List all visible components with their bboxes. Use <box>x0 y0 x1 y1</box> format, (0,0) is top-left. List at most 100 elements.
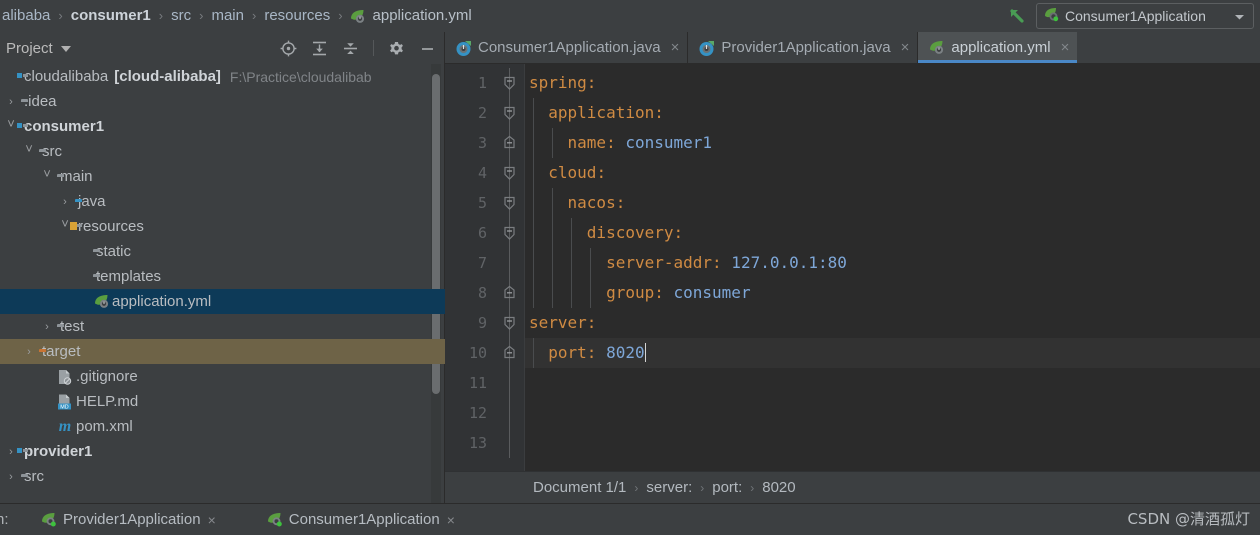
status-breadcrumb-item[interactable]: port: <box>712 479 742 496</box>
chevron-right-icon[interactable]: › <box>22 346 36 358</box>
fold-row <box>497 338 523 368</box>
editor-tab-consumer1application-java[interactable]: Consumer1Application.java × <box>445 32 687 63</box>
project-tool-window: Project cloudalibaba [cloud-alibaba] F:\… <box>0 32 445 503</box>
run-panel-label: n: <box>0 511 9 528</box>
breadcrumb-item-consumer1[interactable]: consumer1 <box>69 0 153 32</box>
code-line-8[interactable]: group: consumer <box>525 278 1260 308</box>
collapse-all-icon[interactable] <box>342 40 359 57</box>
code-line-5[interactable]: nacos: <box>525 188 1260 218</box>
close-icon[interactable]: × <box>447 512 455 528</box>
settings-gear-icon[interactable] <box>388 40 405 57</box>
yaml-colon: : <box>673 223 684 242</box>
code-line-12[interactable] <box>525 398 1260 428</box>
code-folding-column[interactable] <box>497 68 523 458</box>
close-icon[interactable]: × <box>671 39 680 56</box>
chevron-down-icon[interactable] <box>1234 8 1245 24</box>
tree-item-module-name: [cloud-alibaba] <box>114 68 221 85</box>
breadcrumb-item-resources[interactable]: resources <box>262 0 332 32</box>
code-content[interactable]: spring: application: name: consumer1 clo… <box>525 64 1260 503</box>
chevron-right-icon[interactable]: › <box>40 321 54 333</box>
fold-row <box>497 98 523 128</box>
yaml-value: consumer <box>663 283 751 302</box>
project-tree[interactable]: cloudalibaba [cloud-alibaba] F:\Practice\c… <box>0 64 445 503</box>
fold-toggle-icon[interactable] <box>502 75 517 91</box>
tree-item-pom-xml[interactable]: m pom.xml <box>0 414 445 439</box>
code-line-9[interactable]: server: <box>525 308 1260 338</box>
close-icon[interactable]: × <box>208 512 216 528</box>
fold-toggle-icon[interactable] <box>502 315 517 331</box>
tree-item-consumer1[interactable]: ˅ consumer1 <box>0 114 445 139</box>
code-line-7[interactable]: server-addr: 127.0.0.1:80 <box>525 248 1260 278</box>
breadcrumb-item-src[interactable]: src <box>169 0 193 32</box>
breadcrumb-label: resources <box>264 7 331 24</box>
fold-region-line <box>509 398 510 428</box>
chevron-down-icon[interactable]: ˅ <box>22 141 36 156</box>
fold-toggle-icon[interactable] <box>502 135 517 151</box>
run-tab-provider1application[interactable]: Provider1Application × <box>30 504 226 535</box>
chevron-right-icon[interactable]: › <box>4 96 18 108</box>
editor-gutter[interactable]: 1 2 3 4 5 6 7 8 9 10 11 12 13 <box>445 64 525 503</box>
code-line-10[interactable]: port: 8020 <box>525 338 1260 368</box>
code-line-2[interactable]: application: <box>525 98 1260 128</box>
tree-item-application-yml[interactable]: application.yml <box>0 289 445 314</box>
line-number: 11 <box>468 374 487 392</box>
chevron-down-icon[interactable]: ˅ <box>40 166 54 181</box>
chevron-right-icon[interactable]: › <box>58 196 72 208</box>
tree-item-label: .idea <box>24 93 57 110</box>
code-editor[interactable]: 1 2 3 4 5 6 7 8 9 10 11 12 13 spring: application: n… <box>445 64 1260 503</box>
tree-item-help-md[interactable]: MD HELP.md <box>0 389 445 414</box>
tree-item-src[interactable]: ˅ src <box>0 139 445 164</box>
fold-row <box>497 308 523 338</box>
breadcrumb-item-main[interactable]: main <box>209 0 246 32</box>
fold-toggle-icon[interactable] <box>502 225 517 241</box>
tree-item-provider1[interactable]: › provider1 <box>0 439 445 464</box>
yaml-key: server <box>529 313 587 332</box>
tree-item-templates[interactable]: templates <box>0 264 445 289</box>
run-configuration-selector[interactable]: Consumer1Application <box>1036 3 1254 29</box>
code-line-1[interactable]: spring: <box>525 68 1260 98</box>
arrow-up-left-icon[interactable] <box>1006 5 1028 27</box>
fold-toggle-icon[interactable] <box>502 285 517 301</box>
toolbar-divider <box>373 40 374 56</box>
code-line-4[interactable]: cloud: <box>525 158 1260 188</box>
run-tab-consumer1application[interactable]: Consumer1Application × <box>256 504 465 535</box>
status-breadcrumb-item[interactable]: 8020 <box>762 479 795 496</box>
tree-item-provider1-src[interactable]: › src <box>0 464 445 489</box>
tree-item-cloudalibaba[interactable]: cloudalibaba [cloud-alibaba] F:\Practice\c… <box>0 64 445 89</box>
breadcrumb-separator: › <box>158 8 164 23</box>
code-line-3[interactable]: name: consumer1 <box>525 128 1260 158</box>
tree-item-java[interactable]: › java <box>0 189 445 214</box>
fold-toggle-icon[interactable] <box>502 105 517 121</box>
editor-tab-provider1application-java[interactable]: Provider1Application.java × <box>688 32 917 63</box>
close-icon[interactable]: × <box>901 39 910 56</box>
tree-item-static[interactable]: static <box>0 239 445 264</box>
close-icon[interactable]: × <box>1061 39 1070 56</box>
fold-toggle-icon[interactable] <box>502 195 517 211</box>
select-opened-file-icon[interactable] <box>280 40 297 57</box>
code-line-6[interactable]: discovery: <box>525 218 1260 248</box>
fold-toggle-icon[interactable] <box>502 345 517 361</box>
status-breadcrumb-item[interactable]: server: <box>646 479 692 496</box>
code-line-13[interactable] <box>525 428 1260 458</box>
chevron-right-icon[interactable]: › <box>4 471 18 483</box>
tree-item-resources[interactable]: ˅ resources <box>0 214 445 239</box>
hide-panel-icon[interactable] <box>419 40 436 57</box>
indent-guide <box>571 218 572 248</box>
breadcrumb-item-alibaba[interactable]: alibaba <box>0 0 52 32</box>
tree-item-gitignore[interactable]: .gitignore <box>0 364 445 389</box>
project-panel-title: Project <box>6 39 53 57</box>
fold-row <box>497 428 523 458</box>
breadcrumb-item-application-yml[interactable]: application.yml <box>349 0 474 32</box>
status-breadcrumb-item[interactable]: Document 1/1 <box>533 479 626 496</box>
chevron-down-icon[interactable] <box>60 46 71 52</box>
editor-tab-application-yml[interactable]: application.yml × <box>918 32 1078 63</box>
code-line-11[interactable] <box>525 368 1260 398</box>
expand-all-icon[interactable] <box>311 40 328 57</box>
tree-item-idea[interactable]: › .idea <box>0 89 445 114</box>
tree-item-target[interactable]: › target <box>0 339 445 364</box>
tree-item-main[interactable]: ˅ main <box>0 164 445 189</box>
tree-item-test[interactable]: › test <box>0 314 445 339</box>
fold-toggle-icon[interactable] <box>502 165 517 181</box>
line-number: 1 <box>477 74 487 92</box>
